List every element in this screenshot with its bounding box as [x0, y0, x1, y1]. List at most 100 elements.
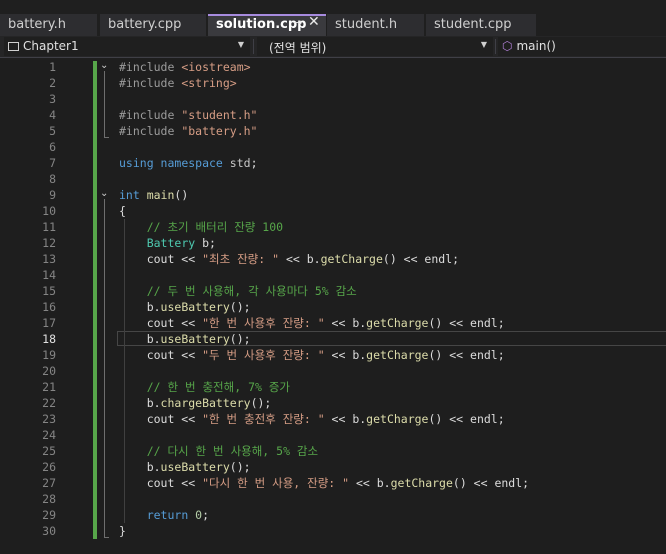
- code-token: // 다시 한 번 사용해, 5% 감소: [146, 444, 319, 458]
- code-text: cout << "다시 한 번 사용, 잔량: " << b.getCharge…: [119, 475, 529, 491]
- code-text: cout << "한 번 사용후 잔량: " << b.getCharge() …: [119, 315, 505, 331]
- code-token: namespace: [160, 156, 230, 170]
- code-line[interactable]: 3: [0, 91, 666, 107]
- code-token: b.: [119, 396, 161, 410]
- code-line[interactable]: 4 #include "student.h": [0, 107, 666, 123]
- code-text: // 두 번 사용해, 각 사용마다 5% 감소: [119, 283, 357, 299]
- code-line[interactable]: 18 b.useBattery();: [0, 331, 666, 347]
- fold-include-icon[interactable]: ⌄: [100, 60, 108, 71]
- scope-dropdown[interactable]: (전역 범위) ▼: [257, 37, 493, 56]
- code-line[interactable]: 25 // 다시 한 번 사용해, 5% 감소: [0, 443, 666, 459]
- code-line[interactable]: 24: [0, 427, 666, 443]
- tab-label: battery.h: [8, 17, 66, 32]
- code-token: getCharge: [390, 476, 453, 490]
- code-line[interactable]: 29 return 0;: [0, 507, 666, 523]
- code-token: // 초기 배터리 잔량 100: [146, 220, 284, 234]
- tab-solution-cpp[interactable]: solution.cpp ⊸ ✕: [208, 14, 326, 36]
- code-line[interactable]: 14: [0, 267, 666, 283]
- code-token: "student.h": [181, 108, 258, 122]
- line-number: 18: [42, 332, 56, 346]
- tab-label: student.h: [335, 17, 398, 32]
- code-line[interactable]: 12 Battery b;: [0, 235, 666, 251]
- indent-guide: [124, 219, 125, 523]
- code-line[interactable]: 20: [0, 363, 666, 379]
- code-token: << b.: [324, 316, 367, 330]
- code-text: Battery b;: [119, 235, 216, 251]
- code-token: () << endl;: [428, 412, 505, 426]
- code-token: getCharge: [366, 348, 429, 362]
- code-token: b;: [202, 236, 216, 250]
- line-number: 29: [42, 508, 56, 522]
- navigation-bar: Chapter1 ▼ (전역 범위) ▼ ⬡ main(): [0, 36, 666, 58]
- code-text: #include <iostream>: [119, 59, 251, 75]
- code-line[interactable]: 15 // 두 번 사용해, 각 사용마다 5% 감소: [0, 283, 666, 299]
- code-token: ();: [229, 300, 251, 314]
- code-editor[interactable]: 1 #include <iostream> 2 #include <string> 3 4…: [0, 58, 666, 554]
- member-dropdown[interactable]: ⬡ main(): [498, 37, 666, 56]
- code-line[interactable]: 30}: [0, 523, 666, 539]
- code-line[interactable]: 28: [0, 491, 666, 507]
- line-number: 19: [42, 348, 56, 362]
- close-icon[interactable]: ✕: [308, 14, 320, 30]
- code-line[interactable]: 22 b.chargeBattery();: [0, 395, 666, 411]
- project-dropdown-label: Chapter1: [23, 39, 79, 53]
- line-number: 25: [42, 444, 56, 458]
- code-token: "다시 한 번 사용, 잔량: ": [202, 476, 350, 490]
- code-line[interactable]: 27 cout << "다시 한 번 사용, 잔량: " << b.getCha…: [0, 475, 666, 491]
- code-line[interactable]: 23 cout << "한 번 충전후 잔량: " << b.getCharge…: [0, 411, 666, 427]
- code-token: useBattery: [160, 300, 230, 314]
- code-token: ();: [229, 332, 251, 346]
- code-line[interactable]: 13 cout << "최초 잔량: " << b.getCharge() <<…: [0, 251, 666, 267]
- code-token: cout <<: [119, 348, 203, 362]
- code-token: "한 번 사용후 잔량: ": [202, 316, 325, 330]
- code-token: cout <<: [119, 476, 203, 490]
- tab-battery-h[interactable]: battery.h: [0, 14, 97, 36]
- line-number: 4: [49, 108, 56, 122]
- code-token: <iostream>: [181, 60, 251, 74]
- code-line[interactable]: 6: [0, 139, 666, 155]
- line-number: 10: [42, 204, 56, 218]
- document-tab-strip: battery.h battery.cpp solution.cpp ⊸ ✕ s…: [0, 0, 666, 36]
- code-token: getCharge: [366, 316, 429, 330]
- code-line[interactable]: 17 cout << "한 번 사용후 잔량: " << b.getCharge…: [0, 315, 666, 331]
- tab-student-h[interactable]: student.h: [327, 14, 424, 36]
- code-line[interactable]: 26 b.useBattery();: [0, 459, 666, 475]
- tab-strip-top-gap: [0, 0, 666, 14]
- code-line[interactable]: 10 {: [0, 203, 666, 219]
- line-number: 1: [49, 60, 56, 74]
- fold-region-end: [104, 537, 109, 538]
- code-token: () << endl;: [382, 252, 460, 266]
- code-line[interactable]: 16 b.useBattery();: [0, 299, 666, 315]
- code-text: // 한 번 충전해, 7% 증가: [119, 379, 290, 395]
- code-text: cout << "한 번 충전후 잔량: " << b.getCharge() …: [119, 411, 505, 427]
- code-token: ();: [250, 396, 272, 410]
- code-token: b.: [119, 300, 161, 314]
- code-line[interactable]: 8: [0, 171, 666, 187]
- code-token: main: [146, 188, 175, 202]
- tab-battery-cpp[interactable]: battery.cpp: [100, 14, 206, 36]
- divider: [253, 39, 254, 54]
- pin-icon[interactable]: ⊸: [293, 16, 302, 29]
- code-line[interactable]: 2 #include <string>: [0, 75, 666, 91]
- code-text: #include "student.h": [119, 107, 257, 123]
- code-text: return 0;: [119, 507, 209, 523]
- scope-dropdown-label: (전역 범위): [269, 41, 327, 55]
- line-number: 26: [42, 460, 56, 474]
- code-token: }: [119, 524, 126, 538]
- code-token: useBattery: [160, 460, 230, 474]
- project-dropdown[interactable]: Chapter1 ▼: [4, 37, 250, 56]
- fold-main-icon[interactable]: ⌄: [100, 188, 108, 199]
- code-token: "battery.h": [181, 124, 258, 138]
- tab-student-cpp[interactable]: student.cpp: [426, 14, 536, 36]
- code-token: cout <<: [119, 316, 203, 330]
- code-line[interactable]: 19 cout << "두 번 사용후 잔량: " << b.getCharge…: [0, 347, 666, 363]
- code-line[interactable]: 7 using namespace std;: [0, 155, 666, 171]
- code-token: << b.: [349, 476, 391, 490]
- code-text: using namespace std;: [119, 155, 258, 171]
- code-token: ();: [229, 460, 251, 474]
- code-line[interactable]: 5 #include "battery.h": [0, 123, 666, 139]
- code-token: << b.: [324, 412, 367, 426]
- code-line[interactable]: 21 // 한 번 충전해, 7% 증가: [0, 379, 666, 395]
- code-line[interactable]: 11 // 초기 배터리 잔량 100: [0, 219, 666, 235]
- code-text: // 초기 배터리 잔량 100: [119, 219, 283, 235]
